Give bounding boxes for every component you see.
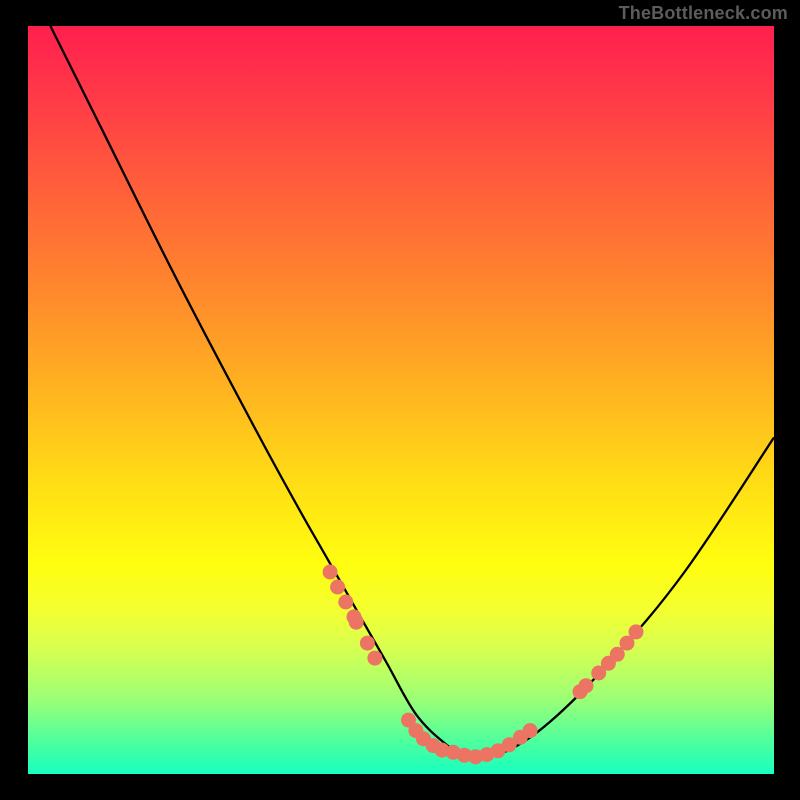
scatter-dots — [323, 565, 644, 765]
scatter-dot — [349, 615, 364, 630]
scatter-dot — [338, 595, 353, 610]
plot-frame — [28, 26, 774, 774]
watermark-text: TheBottleneck.com — [619, 3, 788, 24]
scatter-dot — [323, 565, 338, 580]
plot-svg-layer — [28, 26, 774, 774]
scatter-dot — [367, 651, 382, 666]
scatter-dot — [523, 723, 538, 738]
scatter-dot — [330, 580, 345, 595]
scatter-dot — [629, 624, 644, 639]
scatter-dot — [360, 636, 375, 651]
bottleneck-curve — [50, 26, 774, 756]
scatter-dot — [579, 678, 594, 693]
